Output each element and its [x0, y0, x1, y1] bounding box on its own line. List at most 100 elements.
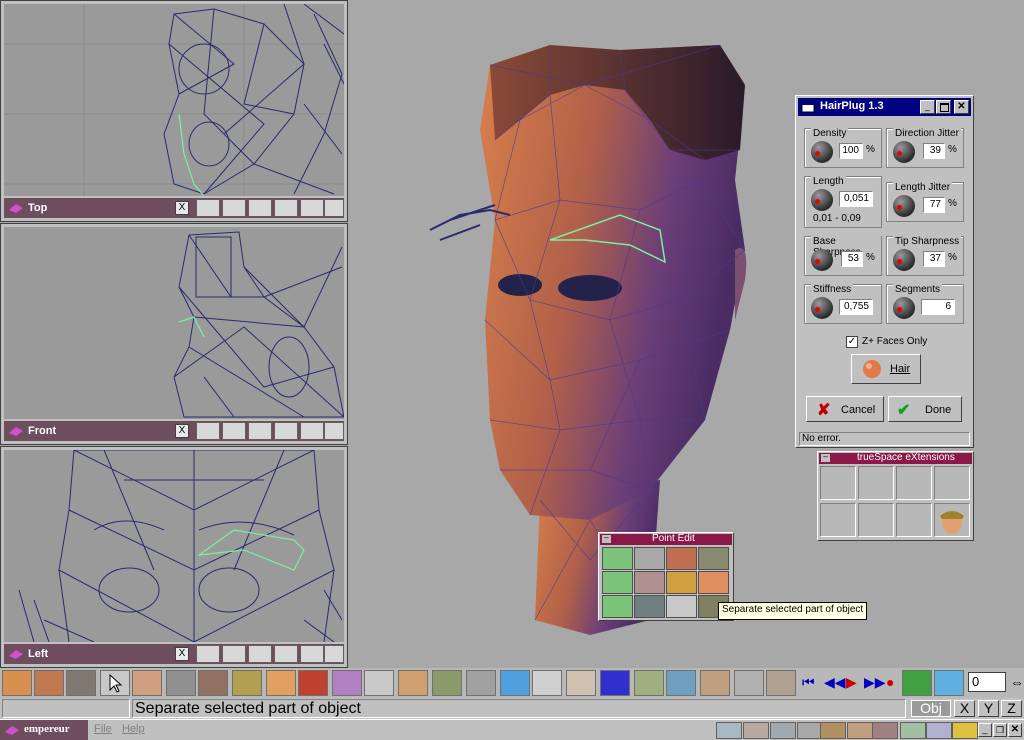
minimize-button[interactable]: _ — [920, 100, 935, 114]
view-rotate-icon[interactable] — [196, 645, 220, 663]
loop-icon[interactable] — [934, 670, 964, 696]
z-axis-button[interactable]: Z — [1001, 700, 1022, 717]
app-minimize-button[interactable]: _ — [978, 723, 992, 737]
view-render-icon[interactable] — [248, 199, 272, 217]
hair-button[interactable]: Hair — [851, 354, 921, 384]
density-knob[interactable] — [811, 141, 833, 163]
close-button[interactable]: ✕ — [954, 100, 969, 114]
grid-icon[interactable] — [600, 670, 630, 696]
point-edit-slice-icon[interactable] — [634, 595, 665, 618]
tip-sharpness-knob[interactable] — [893, 249, 915, 271]
select-arrow-icon[interactable] — [100, 670, 130, 696]
close-view-button[interactable]: X — [175, 647, 189, 661]
panel-button-7[interactable] — [872, 722, 898, 739]
extension-slot[interactable] — [858, 466, 894, 500]
point-edit-rotate-icon[interactable] — [634, 571, 665, 594]
first-frame-icon[interactable]: ⏮ — [802, 674, 815, 691]
light-icon[interactable] — [500, 670, 530, 696]
key-icon[interactable] — [902, 670, 932, 696]
y-axis-button[interactable]: Y — [978, 700, 999, 717]
prev-frame-icon[interactable]: ◀◀ — [824, 674, 846, 691]
direction-jitter-field[interactable]: 39 — [923, 143, 945, 159]
panel-button-8[interactable] — [900, 722, 926, 739]
undo-icon[interactable] — [734, 670, 764, 696]
view-zoom-icon[interactable] — [274, 645, 298, 663]
frame-field[interactable]: 0 — [968, 672, 1006, 692]
app-badge[interactable]: empereur — [0, 720, 88, 740]
extension-slot[interactable] — [934, 466, 970, 500]
point-edit-vertices-icon[interactable] — [602, 547, 633, 570]
paint-tool-icon[interactable] — [266, 670, 296, 696]
direction-jitter-knob[interactable] — [893, 141, 915, 163]
stiffness-knob[interactable] — [811, 297, 833, 319]
sweep-icon[interactable] — [432, 670, 462, 696]
length-jitter-field[interactable]: 77 — [923, 197, 945, 213]
camera-icon[interactable] — [700, 670, 730, 696]
viewport-front[interactable]: Front X — [0, 223, 348, 445]
viewport-left-canvas[interactable] — [4, 450, 344, 642]
point-edit-delete-icon[interactable] — [666, 595, 697, 618]
view-3d-icon[interactable] — [666, 670, 696, 696]
extensions-titlebar[interactable]: – trueSpace eXtensions — [819, 452, 972, 464]
model-tool-icon[interactable] — [232, 670, 262, 696]
view-move-icon[interactable] — [222, 199, 246, 217]
app-restore-button[interactable]: ❐ — [993, 723, 1007, 737]
obj-coord-button[interactable]: Obj — [911, 700, 951, 717]
stiffness-field[interactable]: 0,755 — [839, 299, 873, 315]
point-edit-titlebar[interactable]: – Point Edit — [600, 533, 732, 545]
viewport-top[interactable]: Top X — [0, 0, 348, 222]
extension-slot[interactable] — [858, 503, 894, 537]
extension-slot[interactable] — [896, 503, 932, 537]
extension-slot[interactable] — [896, 466, 932, 500]
view-render-icon[interactable] — [248, 645, 272, 663]
panel-button-5[interactable] — [820, 722, 846, 739]
file-menu[interactable]: File — [94, 723, 112, 735]
point-edit-move-icon[interactable] — [602, 571, 633, 594]
density-field[interactable]: 100 — [839, 143, 863, 159]
viewport-top-canvas[interactable] — [4, 4, 344, 196]
point-edit-edges-icon[interactable] — [634, 547, 665, 570]
tip-sharpness-field[interactable]: 37 — [923, 251, 945, 267]
panel-button-2[interactable] — [743, 722, 769, 739]
snap-icon[interactable] — [634, 670, 664, 696]
help-menu[interactable]: Help — [122, 723, 145, 735]
length-jitter-knob[interactable] — [893, 195, 915, 217]
figure-icon[interactable] — [532, 670, 562, 696]
view-axis-icon[interactable] — [324, 645, 344, 663]
view-move-icon[interactable] — [222, 422, 246, 440]
view-zoom-icon[interactable] — [274, 199, 298, 217]
length-field[interactable]: 0,051 — [839, 191, 873, 207]
library-icon[interactable] — [2, 670, 32, 696]
zplus-checkbox[interactable]: ✓ — [846, 336, 858, 348]
view-rotate-icon[interactable] — [196, 422, 220, 440]
segments-field[interactable]: 6 — [921, 299, 955, 315]
extension-slot[interactable] — [820, 503, 856, 537]
close-view-button[interactable]: X — [175, 424, 189, 438]
base-sharpness-knob[interactable] — [811, 249, 833, 271]
app-close-button[interactable]: ✕ — [1008, 723, 1022, 737]
length-knob[interactable] — [811, 189, 833, 211]
extension-slot[interactable] — [820, 466, 856, 500]
cancel-button[interactable]: ✘ Cancel — [806, 396, 884, 422]
scene-icon[interactable] — [66, 670, 96, 696]
record-icon[interactable]: ● — [886, 674, 894, 690]
view-render-icon[interactable] — [248, 422, 272, 440]
redo-icon[interactable] — [766, 670, 796, 696]
viewport-left[interactable]: Left X — [0, 446, 348, 668]
maximize-button[interactable] — [936, 100, 951, 114]
point-edit-faces-icon[interactable] — [666, 547, 697, 570]
view-rotate-icon[interactable] — [196, 199, 220, 217]
panel-button-6[interactable] — [847, 722, 873, 739]
hairplug-titlebar[interactable]: HairPlug 1.3 _ ✕ — [798, 98, 971, 116]
panel-button-10[interactable] — [952, 722, 978, 739]
view-grid-icon[interactable] — [300, 199, 324, 217]
segments-knob[interactable] — [893, 297, 915, 319]
deform-icon[interactable] — [332, 670, 362, 696]
view-axis-icon[interactable] — [324, 199, 344, 217]
point-edit-smooth-icon[interactable] — [698, 571, 729, 594]
boolean-icon[interactable] — [398, 670, 428, 696]
view-grid-icon[interactable] — [300, 422, 324, 440]
axes-icon[interactable] — [566, 670, 596, 696]
frame-arrows-icon[interactable]: ⇔ — [1010, 674, 1024, 690]
view-zoom-icon[interactable] — [274, 422, 298, 440]
